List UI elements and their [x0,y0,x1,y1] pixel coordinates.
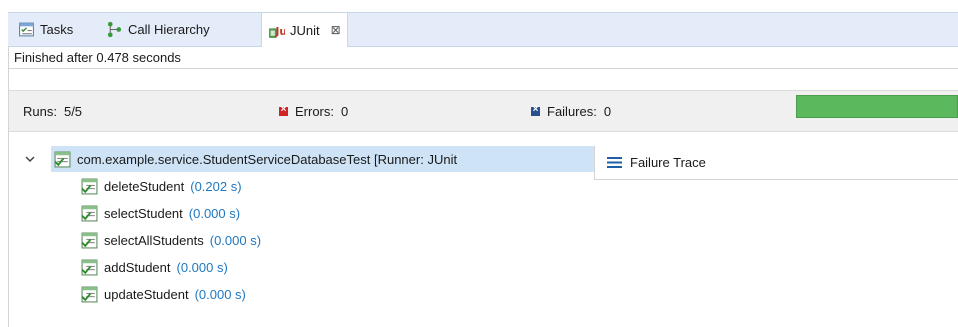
status-text: Finished after 0.478 seconds [14,49,181,65]
error-icon [279,104,288,116]
failures-label: Failures: [547,103,597,119]
failures-value: 0 [603,103,612,119]
test-item[interactable]: deleteStudent (0.202 s) [81,174,242,198]
errors-label: Errors: [295,103,334,119]
tab-junit-label: JUnit [290,22,320,38]
test-item[interactable]: selectAllStudents (0.000 s) [81,228,261,252]
failures-counter: Failures: 0 [531,91,611,131]
runs-counter: Runs: 5/5 [23,91,82,131]
test-passed-icon [81,286,98,302]
test-item[interactable]: addStudent (0.000 s) [81,255,228,279]
chevron-down-icon[interactable] [23,152,37,166]
test-name: selectAllStudents [104,232,204,248]
test-item[interactable]: selectStudent (0.000 s) [81,201,240,225]
errors-counter: Errors: 0 [279,91,348,131]
tasks-icon [19,22,34,37]
close-icon[interactable]: ⊠ [331,23,341,37]
test-time: (0.000 s) [209,232,262,248]
progress-bar [796,95,958,118]
runs-label: Runs: [23,103,57,119]
call-hierarchy-icon [107,21,122,38]
test-time: (0.202 s) [190,178,242,194]
test-name: updateStudent [104,286,189,302]
runs-value: 5/5 [63,103,83,119]
test-suite-icon [54,151,71,167]
test-passed-icon [81,178,98,194]
tab-call-hierarchy[interactable]: Call Hierarchy [100,13,216,46]
failure-trace-label: Failure Trace [630,155,706,170]
view-tab-bar: Tasks Call Hierarchy Ju JUnit ⊠ [8,12,958,47]
test-time: (0.000 s) [176,259,228,275]
errors-value: 0 [341,103,349,119]
test-name: selectStudent [104,205,183,221]
test-time: (0.000 s) [194,286,246,302]
tree-root-label: com.example.service.StudentServiceDataba… [77,151,458,167]
tab-tasks[interactable]: Tasks [12,13,79,46]
test-name: addStudent [104,259,171,275]
tab-junit[interactable]: Ju JUnit ⊠ [261,13,348,47]
test-name: deleteStudent [104,178,185,194]
svg-text:Ju: Ju [274,24,285,37]
test-time: (0.000 s) [188,205,241,221]
failure-trace-header: Failure Trace [594,146,958,180]
stack-trace-icon [607,157,622,168]
test-item[interactable]: updateStudent (0.000 s) [81,282,246,306]
status-line: Finished after 0.478 seconds [8,46,958,69]
tree-root-item[interactable]: com.example.service.StudentServiceDataba… [54,147,457,171]
test-passed-icon [81,259,98,275]
tab-tasks-label: Tasks [40,22,74,37]
failure-icon [531,104,540,116]
test-tree[interactable]: com.example.service.StudentServiceDataba… [9,146,594,327]
test-passed-icon [81,205,98,221]
test-passed-icon [81,232,98,248]
junit-icon: Ju [269,24,285,38]
tab-call-hierarchy-label: Call Hierarchy [128,22,210,37]
